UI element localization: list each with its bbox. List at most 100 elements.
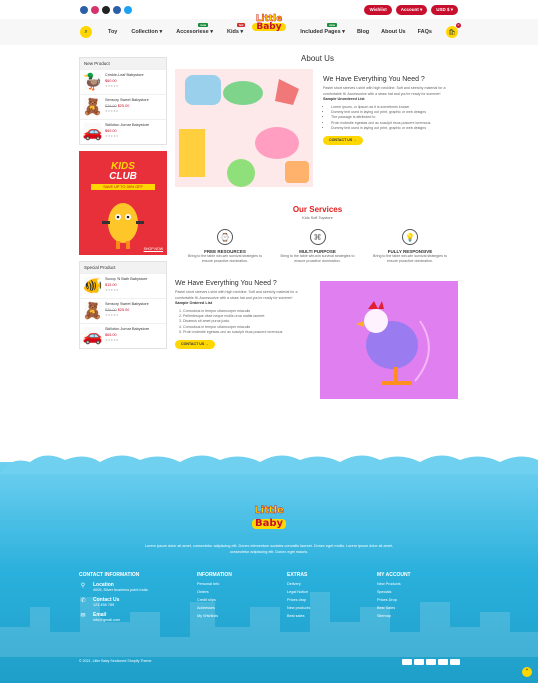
contact-title: CONTACT INFORMATION (79, 572, 140, 578)
information-column: INFORMATION Personal Info Orders Credit … (197, 572, 287, 623)
footer-link[interactable]: Delivery (287, 580, 377, 588)
section1-list-title: Sample Unordered List (323, 97, 365, 102)
product-name[interactable]: Crinkle-Leaf Babystore (105, 73, 144, 79)
footer-link[interactable]: Orders (197, 588, 287, 596)
snapchat-icon[interactable] (113, 5, 121, 14)
list-item[interactable]: 🐠 Scoop 'N Bath Babystore $15.00 ★★★★★ (80, 273, 166, 298)
footer-link[interactable]: Prices Drop (377, 596, 457, 604)
contact-value[interactable]: 123 456 789 (93, 603, 119, 608)
logo-line2: Baby (252, 23, 286, 32)
account-title: MY ACCOUNT (377, 572, 411, 578)
list-item[interactable]: 🧸 Sensory Sweet Babystore $38.00 $25.00 ★★… (80, 94, 166, 119)
account-button[interactable]: Account ▾ (395, 4, 428, 15)
main-content: About Us We Have Everything You Need ? P… (175, 54, 460, 399)
discover-icon (450, 659, 460, 665)
visa-icon (414, 659, 424, 665)
email-icon: ✉ (80, 613, 86, 619)
instagram-icon[interactable] (91, 5, 99, 14)
footer-link[interactable]: Specials (377, 588, 457, 596)
account-column: MY ACCOUNT New Products Specials Prices … (377, 572, 457, 623)
section1-list: Lorem ipsum, or lipsum as it is sometime… (323, 105, 460, 132)
amex-icon (426, 659, 436, 665)
list-item[interactable]: 🦆 Crinkle-Leaf Babystore $60.00 ★★★★★ (80, 69, 166, 94)
footer-link[interactable]: Legal Notice (287, 588, 377, 596)
footer-link[interactable]: Personal Info (197, 580, 287, 588)
service-text: Bring to the table win-win survival stra… (373, 254, 447, 263)
cloud-border (0, 455, 538, 474)
section2-list-title: Sample Ordered List (175, 301, 213, 306)
list-item[interactable]: 🧸 Sensory Sweet Babystore $38.00 $25.00 ★★… (80, 298, 166, 323)
nav-collection[interactable]: Collection ▾ (131, 29, 162, 35)
account-label: Account (400, 7, 419, 12)
product-thumb[interactable]: 🧸 (83, 98, 102, 116)
product-thumb[interactable]: 🦆 (83, 73, 102, 91)
service-free-resources: ⌚ FREE RESOURCES Bring to the table win-wi… (185, 229, 265, 264)
footer-logo[interactable]: Little Baby (0, 505, 538, 529)
product-old-price: $38.00 (105, 103, 117, 108)
cart-icon[interactable]: 🛍 0 (446, 23, 461, 38)
footer-link[interactable]: Sitemap (377, 612, 457, 620)
location-value: 4005, Silver business point India (93, 588, 148, 592)
rating-stars: ★★★★★ (105, 338, 119, 342)
product-thumb[interactable]: 🐠 (83, 277, 102, 295)
footer-link[interactable]: New products (287, 604, 377, 612)
extras-title: EXTRAS (287, 572, 308, 578)
lightbulb-icon: 💡 (402, 229, 418, 245)
product-thumb[interactable]: 🚗 (83, 123, 102, 141)
toy-illustration (102, 203, 144, 249)
section2-heading: We Have Everything You Need ? (175, 280, 277, 287)
product-price: $25.00 (117, 103, 130, 108)
tiktok-icon[interactable] (102, 5, 110, 14)
gauge-icon: ⌚ (217, 229, 233, 245)
list-item[interactable]: 🚗 Skillofun Jumar Babystore $65.00 ★★★★★ (80, 323, 166, 348)
nav-included-pages[interactable]: Included Pages ▾ new (300, 23, 345, 35)
footer-link[interactable]: My Wishlists (197, 612, 287, 620)
footer-link[interactable]: Best Sales (377, 604, 457, 612)
nav-faqs[interactable]: FAQs (418, 29, 432, 35)
shop-now-link[interactable]: SHOP NOW (144, 247, 163, 251)
footer-logo-line1: Little (254, 505, 284, 516)
rating-stars: ★★★★★ (105, 134, 119, 138)
phone-icon: ✆ (80, 598, 86, 604)
footer-link[interactable]: New Products (377, 580, 457, 588)
nav-toy[interactable]: Toy (108, 29, 117, 35)
product-thumb[interactable]: 🧸 (83, 302, 102, 320)
footer-link[interactable]: Addresses (197, 604, 287, 612)
information-title: INFORMATION (197, 572, 232, 578)
nav-kids[interactable]: Kids ▾ hot (227, 23, 246, 35)
nav-about-us[interactable]: About Us (381, 29, 405, 35)
list-item[interactable]: 🚗 Skillofun Jumar Babystore $69.00 ★★★★★ (80, 119, 166, 144)
footer-link[interactable]: Prices drop (287, 596, 377, 604)
product-name[interactable]: Skillofun Jumar Babystore (105, 327, 149, 333)
twitter-icon[interactable] (124, 5, 132, 14)
footer-link[interactable]: Credit slips (197, 596, 287, 604)
about-text-2: We Have Everything You Need ? Pastel sho… (175, 280, 312, 399)
kids-club-banner[interactable]: KIDS CLUB SAVE UP TO 35% OFF SHOP NOW (79, 151, 167, 255)
nav-blog[interactable]: Blog (357, 29, 369, 35)
rating-stars: ★★★★★ (105, 288, 119, 292)
services-section: Our Services Kids Soft Toystore ⌚ FREE RE… (175, 205, 460, 264)
footer-description: Lorem ipsum dolor sit amet, consectetur … (145, 544, 393, 554)
wishlist-button[interactable]: Wishlist (364, 4, 392, 15)
scroll-top-icon[interactable]: ⌃ (522, 667, 532, 677)
currency-select[interactable]: USD $ ▾ (431, 4, 458, 15)
email-value[interactable]: info@gmail.com (93, 618, 120, 623)
product-name[interactable]: Scoop 'N Bath Babystore (105, 277, 147, 283)
footer-link[interactable]: Best sales (287, 612, 377, 620)
nav-accesoriese[interactable]: Accesoriese ▾ new (176, 23, 213, 35)
section1-para: Pastel short sleeves t-shirt with high n… (323, 86, 446, 96)
facebook-icon[interactable] (80, 5, 88, 14)
site-logo[interactable]: Little Baby (244, 14, 294, 32)
currency-label: USD $ (436, 7, 450, 12)
new-product-title: New Product (80, 58, 166, 69)
contact-column: CONTACT INFORMATION ⚲ Location 4005, Silve… (79, 572, 197, 623)
hen-toy-image (320, 281, 458, 399)
product-name[interactable]: Skillofun Jumar Babystore (105, 123, 149, 129)
payment-icons (402, 659, 460, 665)
page-title: About Us (301, 54, 334, 63)
contact-us-button-2[interactable]: CONTACT US → (175, 339, 215, 350)
contact-us-button[interactable]: CONTACT US → (323, 135, 363, 146)
toys-image (175, 69, 313, 187)
product-thumb[interactable]: 🚗 (83, 327, 102, 345)
search-icon[interactable]: ⌕ (80, 26, 92, 38)
